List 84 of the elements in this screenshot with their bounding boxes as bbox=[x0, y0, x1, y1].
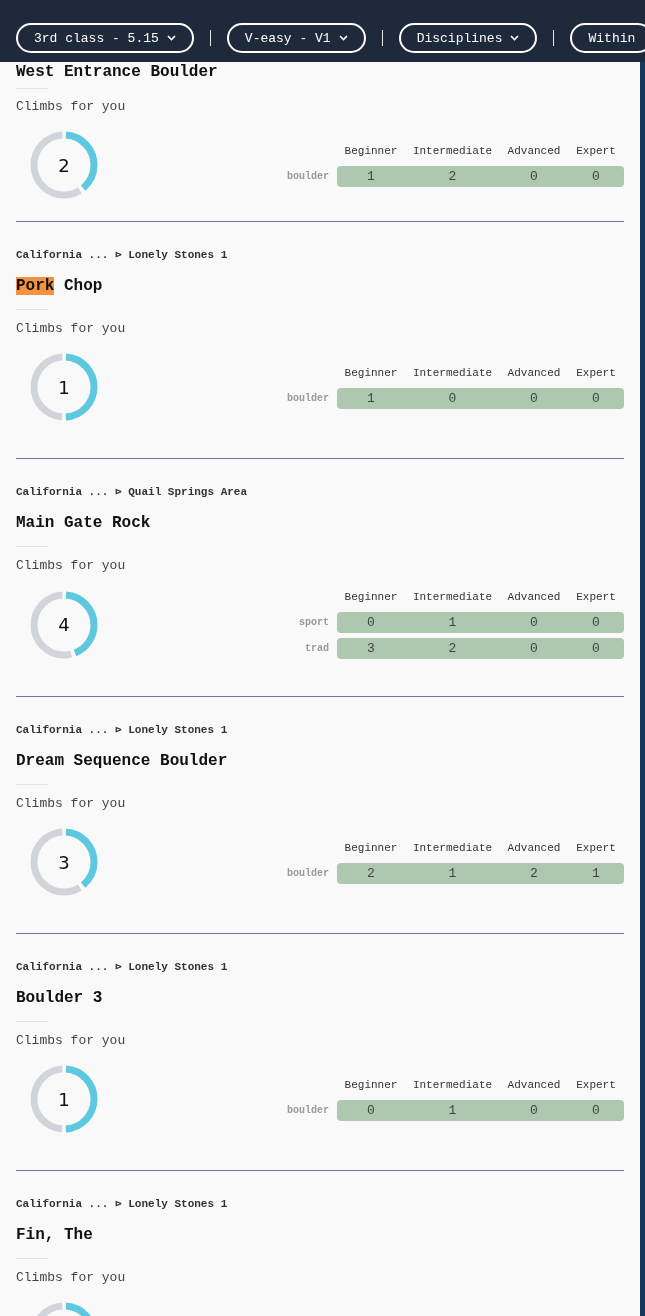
climb-count: 0 bbox=[529, 615, 539, 630]
column-header: Expert bbox=[575, 840, 617, 856]
donut-chart bbox=[30, 131, 98, 199]
climb-count: 1 bbox=[591, 865, 601, 881]
column-header: Beginner bbox=[343, 1077, 399, 1093]
climb-count: 0 bbox=[529, 390, 539, 406]
climb-count: 2 bbox=[529, 865, 539, 881]
climb-count: 0 bbox=[591, 390, 601, 406]
discipline-label: sport bbox=[299, 617, 330, 628]
discipline-label: trad bbox=[304, 643, 330, 654]
climb-count: 0 bbox=[591, 641, 601, 656]
donut-chart bbox=[30, 590, 98, 659]
column-header: Advanced bbox=[506, 365, 562, 381]
discipline-label: boulder bbox=[287, 1104, 330, 1116]
filter-dropdown[interactable]: V-easy - V1 bbox=[226, 23, 366, 53]
breadcrumb[interactable]: California ... ⊳ Lonely Stones 1 bbox=[16, 1196, 624, 1212]
donut-chart bbox=[30, 353, 98, 421]
column-header: Beginner bbox=[343, 840, 399, 856]
section-label: Climbs for you bbox=[16, 99, 127, 115]
column-header: Beginner bbox=[343, 590, 399, 605]
column-header: Intermediate bbox=[411, 143, 494, 159]
column-header: Advanced bbox=[506, 1077, 562, 1093]
climb-count: 0 bbox=[591, 615, 601, 630]
area-title[interactable]: Dream Sequence Boulder bbox=[16, 751, 624, 771]
chevron-down-icon bbox=[338, 35, 348, 41]
climb-count: 0 bbox=[529, 1102, 539, 1118]
area-title[interactable]: Pork Chop bbox=[16, 276, 624, 296]
column-header: Advanced bbox=[506, 590, 562, 605]
discipline-label: boulder bbox=[287, 392, 330, 404]
climb-count: 0 bbox=[366, 1102, 376, 1118]
column-header: Intermediate bbox=[411, 1077, 494, 1093]
section-label: Climbs for you bbox=[16, 558, 127, 574]
column-header: Beginner bbox=[343, 365, 399, 381]
section-label: Climbs for you bbox=[16, 796, 127, 812]
column-header: Beginner bbox=[343, 143, 399, 159]
section-label: Climbs for you bbox=[16, 1033, 127, 1049]
column-header: Advanced bbox=[506, 143, 562, 159]
filter-dropdown[interactable]: Disciplines bbox=[398, 23, 538, 53]
climb-count: 0 bbox=[529, 168, 539, 184]
area-title[interactable]: Boulder 3 bbox=[16, 988, 624, 1008]
column-header: Intermediate bbox=[411, 840, 494, 856]
column-header: Advanced bbox=[506, 840, 562, 856]
climb-count: 2 bbox=[366, 865, 376, 881]
climb-count: 0 bbox=[591, 1102, 601, 1118]
area-title[interactable]: West Entrance Boulder bbox=[16, 62, 624, 82]
breadcrumb[interactable]: California ... ⊳ Quail Springs Area bbox=[16, 484, 624, 500]
climb-count: 1 bbox=[366, 390, 376, 406]
area-title[interactable]: Main Gate Rock bbox=[16, 513, 624, 533]
column-header: Intermediate bbox=[411, 590, 494, 605]
climb-count: 1 bbox=[447, 615, 458, 630]
climb-count: 4 bbox=[58, 614, 70, 635]
climb-count: 1 bbox=[366, 168, 376, 184]
filter-dropdown[interactable]: Within bbox=[570, 23, 645, 53]
donut-chart bbox=[30, 1065, 98, 1133]
breadcrumb[interactable]: California ... ⊳ Lonely Stones 1 bbox=[16, 722, 624, 738]
climb-count: 3 bbox=[58, 851, 70, 873]
column-header: Expert bbox=[575, 143, 617, 159]
discipline-label: boulder bbox=[287, 867, 330, 879]
filter-dropdown[interactable]: 3rd class - 5.15 bbox=[16, 23, 194, 53]
climb-count: 2 bbox=[447, 641, 458, 656]
breadcrumb[interactable]: California ... ⊳ Lonely Stones 1 bbox=[16, 247, 624, 263]
column-header: Intermediate bbox=[411, 365, 494, 381]
chevron-down-icon bbox=[166, 35, 176, 41]
climb-count: 1 bbox=[58, 376, 70, 398]
section-label: Climbs for you bbox=[16, 321, 127, 337]
climb-count: 0 bbox=[447, 390, 458, 406]
climb-count: 0 bbox=[529, 641, 539, 656]
climb-count: 1 bbox=[447, 865, 458, 881]
climb-count: 0 bbox=[591, 168, 601, 184]
breadcrumb[interactable]: California ... ⊳ Lonely Stones 1 bbox=[16, 959, 624, 975]
climb-count: 1 bbox=[58, 1088, 70, 1110]
climb-count: 2 bbox=[58, 154, 70, 176]
column-header: Expert bbox=[575, 1077, 617, 1093]
area-title[interactable]: Fin, The bbox=[16, 1225, 624, 1245]
climb-count: 1 bbox=[447, 1102, 458, 1118]
donut-chart bbox=[30, 828, 98, 896]
climb-count: 0 bbox=[366, 615, 376, 630]
chevron-down-icon bbox=[510, 35, 520, 41]
column-header: Expert bbox=[575, 590, 617, 605]
column-header: Expert bbox=[575, 365, 617, 381]
discipline-label: boulder bbox=[287, 170, 330, 182]
climb-count: 2 bbox=[447, 168, 458, 184]
climb-count: 3 bbox=[366, 641, 376, 656]
section-label: Climbs for you bbox=[16, 1270, 127, 1286]
